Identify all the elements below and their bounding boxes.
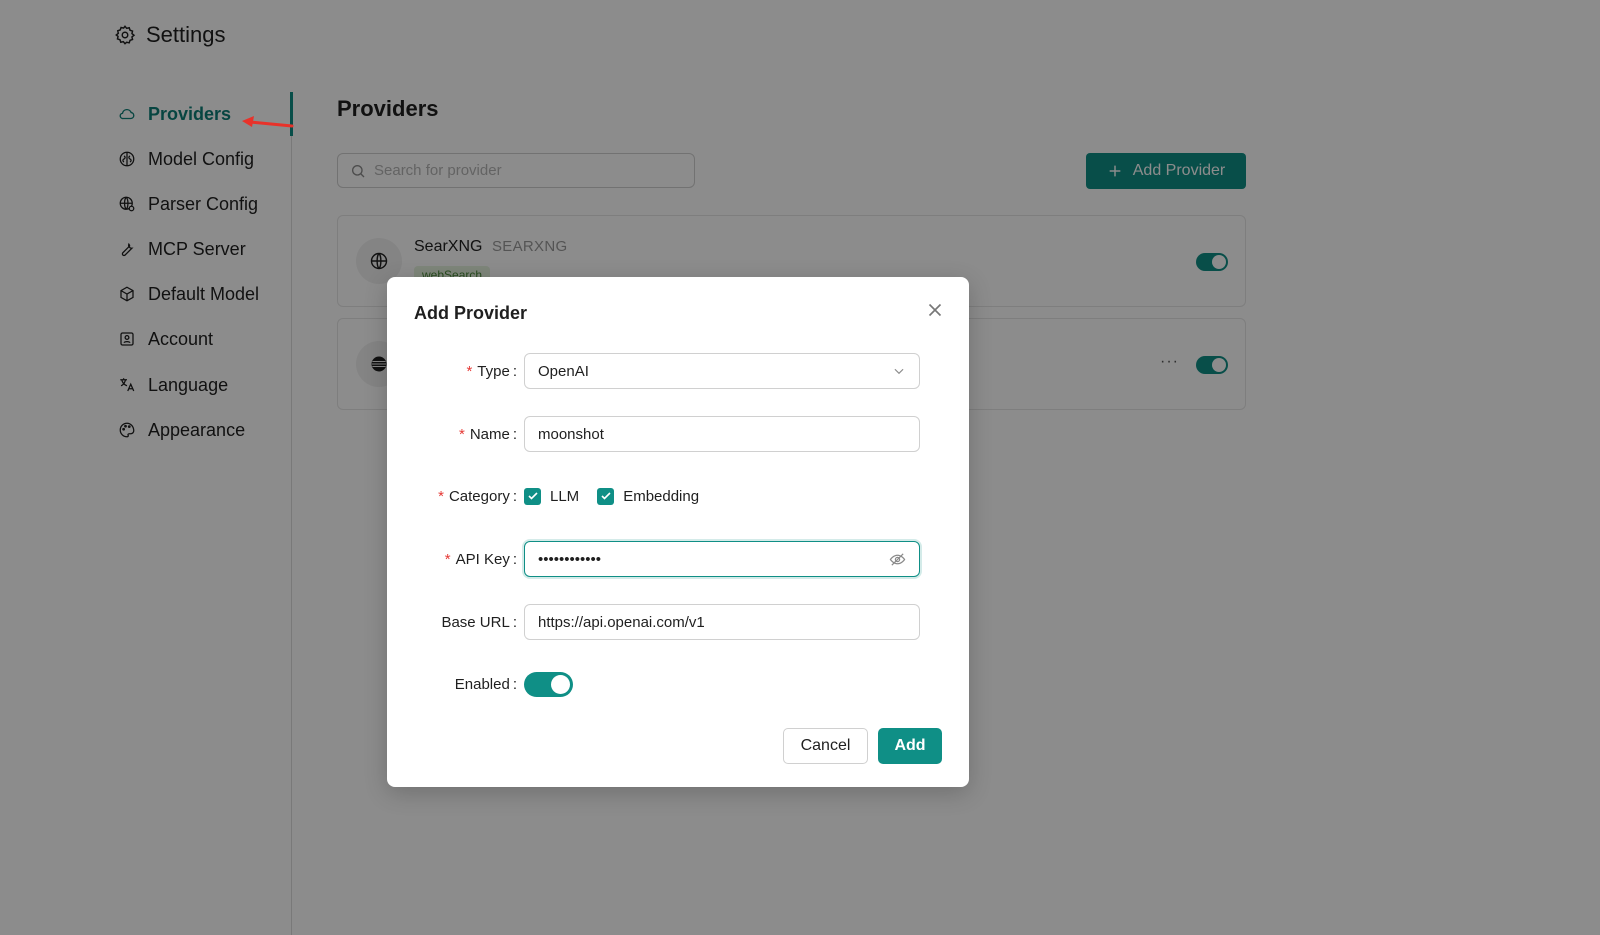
name-field[interactable] [524, 416, 920, 452]
checkmark-icon [597, 487, 615, 505]
category-row: * Category: LLM Embedding [387, 478, 969, 514]
api-key-row: * API Key: [387, 541, 969, 577]
name-input[interactable] [538, 425, 906, 443]
close-icon[interactable] [924, 299, 946, 321]
type-select-value: OpenAI [538, 362, 589, 380]
enabled-toggle[interactable] [524, 672, 573, 697]
base-url-label: Base URL: [441, 613, 517, 631]
category-llm-checkbox[interactable]: LLM [524, 487, 580, 505]
api-key-field[interactable] [524, 541, 920, 577]
checkmark-icon [524, 487, 541, 505]
enabled-row: Enabled: [387, 666, 969, 702]
name-row: * Name: [387, 416, 969, 452]
cancel-button[interactable]: Cancel [783, 728, 868, 764]
type-row: * Type: OpenAI [387, 353, 969, 389]
enabled-label: Enabled: [454, 675, 517, 693]
base-url-row: Base URL: [387, 604, 969, 640]
api-key-label: * API Key: [444, 550, 517, 568]
add-provider-dialog: Add Provider *Type: OpenAI *Name: *Categ… [387, 277, 969, 787]
name-label: * Name: [458, 425, 517, 443]
annotation-arrow-icon [242, 116, 294, 128]
category-checkbox-group: LLM Embedding [524, 478, 699, 514]
chevron-down-icon [892, 364, 906, 378]
category-label: * Category: [438, 487, 517, 505]
category-embedding-checkbox[interactable]: Embedding [597, 487, 700, 505]
checkbox-label: LLM [550, 487, 580, 505]
dialog-title: Add Provider [414, 303, 528, 323]
add-button[interactable]: Add [878, 728, 942, 764]
eye-off-icon[interactable] [889, 551, 906, 568]
checkbox-label: Embedding [623, 487, 700, 505]
base-url-input[interactable] [538, 613, 906, 631]
type-select[interactable]: OpenAI [524, 353, 920, 389]
api-key-input[interactable] [538, 550, 889, 568]
type-label: * Type: [466, 362, 517, 380]
base-url-field[interactable] [524, 604, 920, 640]
